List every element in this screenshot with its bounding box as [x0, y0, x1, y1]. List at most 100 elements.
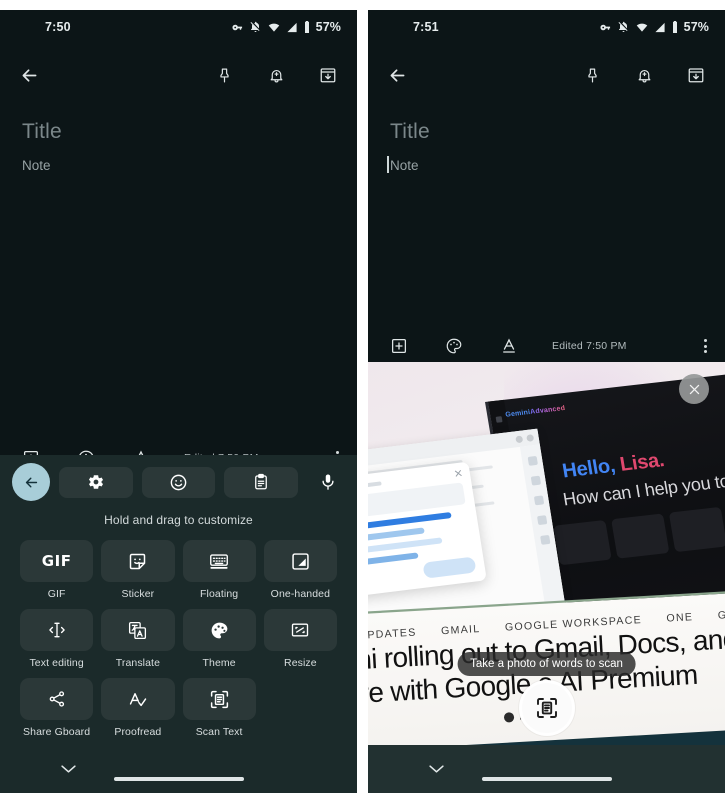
ring-off-icon: [250, 21, 260, 32]
gboard-tool-translate[interactable]: Translate: [101, 609, 175, 669]
share-icon: [49, 691, 64, 707]
gboard-tool-scan-text[interactable]: Scan Text: [182, 678, 256, 738]
gboard-tool-label: Theme: [202, 657, 236, 669]
reminder-bell-icon[interactable]: [631, 62, 657, 88]
gboard-tool-label: Translate: [115, 657, 161, 669]
gboard-tool-label: GIF: [47, 588, 66, 600]
chevron-down-icon[interactable]: [428, 761, 445, 779]
gboard-clipboard-button[interactable]: [224, 466, 299, 498]
wifi-icon: [268, 23, 279, 32]
gboard-panel: Hold and drag to customize GIF GIF Stick…: [0, 455, 357, 793]
gboard-tool-floating[interactable]: Floating: [182, 540, 256, 600]
settings-gear-icon: [88, 475, 103, 489]
palette-icon[interactable]: [441, 333, 467, 359]
gboard-tool-label: Sticker: [121, 588, 155, 600]
translate-icon: [129, 621, 147, 639]
resize-icon: [292, 623, 309, 637]
gboard-tool-text-editing[interactable]: Text editing: [20, 609, 94, 669]
gboard-tool-gif[interactable]: GIF GIF: [20, 540, 94, 600]
screenshot-stage: 7:50 57% Title Note Hold and drag to cus…: [0, 0, 725, 803]
gboard-tool-label: Resize: [284, 657, 317, 669]
camera-scan-view[interactable]: GeminiAdvanced Hello, Lisa. How can I he…: [368, 362, 725, 745]
status-time: 7:50: [45, 20, 71, 34]
gboard-tool-theme[interactable]: Theme: [182, 609, 256, 669]
signal-icon: [655, 22, 665, 32]
gif-icon: GIF: [20, 540, 94, 582]
wifi-icon: [636, 23, 647, 32]
proofread-icon: [129, 692, 147, 706]
floating-keyboard-icon: [210, 554, 229, 569]
text-editing-icon: [48, 622, 65, 638]
brand-primary: Gemini: [504, 408, 531, 419]
battery-icon: [672, 21, 677, 33]
note-body-input[interactable]: Note: [22, 158, 51, 173]
gboard-tool-proofread[interactable]: Proofread: [101, 678, 175, 738]
text-format-icon[interactable]: [496, 333, 522, 359]
gboard-tool-label: Text editing: [29, 657, 84, 669]
sticker-icon: [130, 553, 146, 569]
chevron-down-icon[interactable]: [60, 761, 77, 779]
emoji-icon: [170, 474, 187, 490]
left-phone-panel: 7:50 57% Title Note Hold and drag to cus…: [0, 10, 357, 793]
gboard-emoji-button[interactable]: [141, 466, 216, 498]
clipboard-icon: [255, 473, 268, 490]
note-editor[interactable]: Title Note: [0, 106, 357, 175]
home-indicator[interactable]: [113, 777, 244, 781]
pin-icon[interactable]: [579, 62, 605, 88]
gboard-tool-label: One-handed: [270, 588, 331, 600]
camera-shutter-button[interactable]: [518, 680, 575, 736]
scene-greeting: Hello, Lisa.: [561, 449, 666, 483]
one-handed-icon: [292, 552, 309, 570]
text-caret: [387, 156, 389, 173]
scene-monitor-brand: GeminiAdvanced: [505, 405, 566, 419]
gboard-tool-label: Proofread: [114, 726, 162, 738]
navigation-bar: [0, 745, 357, 793]
note-bottom-bar: Edited 7:50 PM: [368, 328, 725, 364]
gboard-back-button[interactable]: [12, 463, 50, 501]
note-body-input[interactable]: Note: [387, 156, 419, 173]
vpn-key-icon: [600, 24, 610, 30]
more-vert-icon[interactable]: [704, 339, 707, 353]
gboard-settings-button[interactable]: [59, 466, 133, 498]
note-title-input[interactable]: Title: [22, 120, 335, 144]
back-arrow-icon[interactable]: [16, 62, 42, 88]
gboard-tool-one-handed[interactable]: One-handed: [263, 540, 337, 600]
greeting-first: Hello,: [560, 454, 617, 483]
archive-icon[interactable]: [315, 62, 341, 88]
right-phone-panel: 7:51 57% Title Note Edited 7:50 PM Gemin…: [368, 10, 725, 793]
archive-icon[interactable]: [683, 62, 709, 88]
back-arrow-icon[interactable]: [384, 62, 410, 88]
gboard-mic-button[interactable]: [311, 465, 345, 499]
ring-off-icon: [618, 21, 628, 32]
gboard-tool-resize[interactable]: Resize: [263, 609, 337, 669]
status-icons: 57%: [231, 20, 341, 34]
status-bar: 7:51 57%: [368, 10, 725, 44]
status-bar: 7:50 57%: [0, 10, 357, 44]
battery-icon: [304, 21, 309, 33]
pin-icon[interactable]: [211, 62, 237, 88]
battery-percent: 57%: [683, 20, 709, 34]
scan-text-icon: [210, 690, 228, 708]
app-toolbar: [0, 44, 357, 106]
scene-dialog-card: [368, 461, 487, 599]
reminder-bell-icon[interactable]: [263, 62, 289, 88]
greeting-name: Lisa.: [618, 449, 666, 476]
note-editor[interactable]: Title Note: [368, 106, 725, 175]
gboard-tool-share-gboard[interactable]: Share Gboard: [20, 678, 94, 738]
brand-secondary: Advanced: [529, 404, 566, 416]
gboard-hint-text: Hold and drag to customize: [104, 513, 253, 527]
status-icons: 57%: [599, 20, 709, 34]
close-icon[interactable]: [679, 374, 709, 404]
theme-palette-icon: [211, 622, 227, 638]
scene-monitor-cards: [553, 500, 725, 566]
home-indicator[interactable]: [481, 777, 612, 781]
battery-percent: 57%: [315, 20, 341, 34]
microphone-icon: [322, 474, 334, 490]
vpn-key-icon: [232, 24, 242, 30]
gboard-tool-label: Scan Text: [195, 726, 243, 738]
add-box-icon[interactable]: [386, 333, 412, 359]
gboard-tool-sticker[interactable]: Sticker: [101, 540, 175, 600]
note-title-input[interactable]: Title: [390, 120, 703, 144]
edited-timestamp: Edited 7:50 PM: [552, 340, 627, 352]
gboard-tool-label: Share Gboard: [23, 726, 91, 738]
